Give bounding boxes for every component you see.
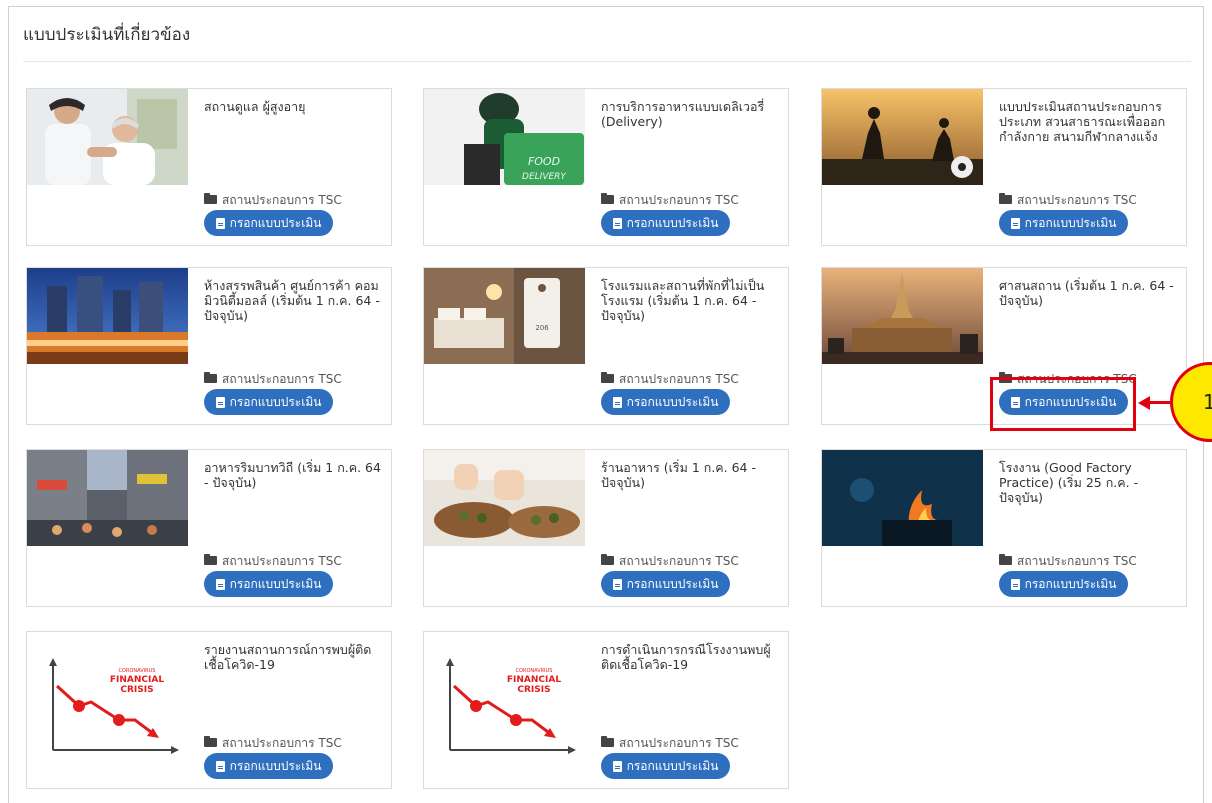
card-category: สถานประกอบการ TSC xyxy=(204,191,342,210)
elderly-care-image xyxy=(27,89,188,185)
factory-fire-image xyxy=(822,450,983,546)
arrow-left-icon xyxy=(1138,396,1150,410)
assessment-card: ห้างสรรพสินค้า ศูนย์การค้า คอมมิวนิตี้มอ… xyxy=(26,267,392,425)
temple-image xyxy=(822,268,983,364)
svg-text:FINANCIAL: FINANCIAL xyxy=(507,675,561,685)
card-title: โรงแรมและสถานที่พักที่ไม่เป็นโรงแรม (เริ… xyxy=(601,278,765,323)
card-title: ร้านอาหาร (เริ่ม 1 ก.ค. 64 - ปัจจุบัน) xyxy=(601,460,756,490)
card-category: สถานประกอบการ TSC xyxy=(204,552,342,571)
card-category: สถานประกอบการ TSC xyxy=(601,370,739,389)
svg-text:DELIVERY: DELIVERY xyxy=(522,172,567,182)
section-title: แบบประเมินที่เกี่ยวข้อง xyxy=(23,25,191,45)
card-title: อาหารริมบาทวิถี (เริ่ม 1 ก.ค. 64 - ปัจจุ… xyxy=(204,460,381,490)
document-icon xyxy=(612,396,622,408)
card-title: โรงงาน (Good Factory Practice) (เริ่ม 25… xyxy=(999,460,1139,505)
document-icon xyxy=(215,578,225,590)
folder-icon xyxy=(601,193,614,204)
document-icon xyxy=(612,217,622,229)
card-category: สถานประกอบการ TSC xyxy=(999,552,1137,571)
assessment-card: CORONAVIRUS FINANCIAL CRISIS รายงานสถานก… xyxy=(26,631,392,789)
fill-assessment-button[interactable]: กรอกแบบประเมิน xyxy=(204,753,333,779)
shopping-mall-image xyxy=(27,268,188,364)
street-food-image xyxy=(27,450,188,546)
document-icon xyxy=(215,396,225,408)
card-title: การดำเนินการกรณีโรงงานพบผู้ติดเชื้อโควิด… xyxy=(601,642,771,672)
assessment-card: CORONAVIRUS FINANCIAL CRISIS การดำเนินกา… xyxy=(423,631,789,789)
highlight-box xyxy=(990,377,1136,431)
assessment-card: FOOD DELIVERY การบริการอาหารแบบเดลิเวอรี… xyxy=(423,88,789,246)
document-icon xyxy=(215,760,225,772)
svg-text:FINANCIAL: FINANCIAL xyxy=(110,675,164,685)
folder-icon xyxy=(204,372,217,383)
document-icon xyxy=(1010,217,1020,229)
hotel-room-image: 206 xyxy=(424,268,585,364)
fill-assessment-button[interactable]: กรอกแบบประเมิน xyxy=(999,571,1128,597)
svg-text:206: 206 xyxy=(535,324,549,332)
card-title: รายงานสถานการณ์การพบผู้ติดเชื้อโควิด-19 xyxy=(204,642,372,672)
football-sunset-image xyxy=(822,89,983,185)
card-title: ศาสนสถาน (เริ่มต้น 1 ก.ค. 64 - ปัจจุบัน) xyxy=(999,278,1174,308)
fill-assessment-button[interactable]: กรอกแบบประเมิน xyxy=(999,210,1128,236)
folder-icon xyxy=(601,736,614,747)
financial-crisis-image: CORONAVIRUS FINANCIAL CRISIS xyxy=(424,632,585,790)
folder-icon xyxy=(999,193,1012,204)
assessment-card: แบบประเมินสถานประกอบการประเภท สวนสาธารณะ… xyxy=(821,88,1187,246)
title-divider xyxy=(23,61,1191,62)
svg-text:CORONAVIRUS: CORONAVIRUS xyxy=(119,668,156,674)
fill-assessment-button[interactable]: กรอกแบบประเมิน xyxy=(204,210,333,236)
document-icon xyxy=(1010,578,1020,590)
card-category: สถานประกอบการ TSC xyxy=(601,552,739,571)
svg-text:FOOD: FOOD xyxy=(528,155,560,168)
card-category: สถานประกอบการ TSC xyxy=(204,370,342,389)
financial-crisis-image: CORONAVIRUS FINANCIAL CRISIS xyxy=(27,632,188,790)
assessment-card: โรงงาน (Good Factory Practice) (เริ่ม 25… xyxy=(821,449,1187,607)
fill-assessment-button[interactable]: กรอกแบบประเมิน xyxy=(601,389,730,415)
fill-assessment-button[interactable]: กรอกแบบประเมิน xyxy=(204,571,333,597)
fill-assessment-button[interactable]: กรอกแบบประเมิน xyxy=(601,753,730,779)
folder-icon xyxy=(999,554,1012,565)
folder-icon xyxy=(204,736,217,747)
svg-text:CRISIS: CRISIS xyxy=(120,685,153,695)
card-category: สถานประกอบการ TSC xyxy=(601,734,739,753)
document-icon xyxy=(612,578,622,590)
folder-icon xyxy=(601,372,614,383)
card-title: สถานดูแล ผู้สูงอายุ xyxy=(204,99,306,114)
fill-assessment-button[interactable]: กรอกแบบประเมิน xyxy=(601,571,730,597)
card-title: แบบประเมินสถานประกอบการประเภท สวนสาธารณะ… xyxy=(999,99,1166,144)
card-title: ห้างสรรพสินค้า ศูนย์การค้า คอมมิวนิตี้มอ… xyxy=(204,278,380,323)
document-icon xyxy=(215,217,225,229)
card-title: การบริการอาหารแบบเดลิเวอรี่ (Delivery) xyxy=(601,99,765,129)
assessment-card: ร้านอาหาร (เริ่ม 1 ก.ค. 64 - ปัจจุบัน) ส… xyxy=(423,449,789,607)
card-category: สถานประกอบการ TSC xyxy=(204,734,342,753)
restaurant-dish-image xyxy=(424,450,585,546)
svg-text:CORONAVIRUS: CORONAVIRUS xyxy=(516,668,553,674)
food-delivery-image: FOOD DELIVERY xyxy=(424,89,585,185)
assessment-card: สถานดูแล ผู้สูงอายุ สถานประกอบการ TSC กร… xyxy=(26,88,392,246)
card-category: สถานประกอบการ TSC xyxy=(601,191,739,210)
folder-icon xyxy=(601,554,614,565)
svg-text:CRISIS: CRISIS xyxy=(517,685,550,695)
document-icon xyxy=(612,760,622,772)
folder-icon xyxy=(204,554,217,565)
assessment-card: อาหารริมบาทวิถี (เริ่ม 1 ก.ค. 64 - ปัจจุ… xyxy=(26,449,392,607)
folder-icon xyxy=(204,193,217,204)
assessment-card: 206 โรงแรมและสถานที่พักที่ไม่เป็นโรงแรม … xyxy=(423,267,789,425)
fill-assessment-button[interactable]: กรอกแบบประเมิน xyxy=(204,389,333,415)
card-category: สถานประกอบการ TSC xyxy=(999,191,1137,210)
fill-assessment-button[interactable]: กรอกแบบประเมิน xyxy=(601,210,730,236)
